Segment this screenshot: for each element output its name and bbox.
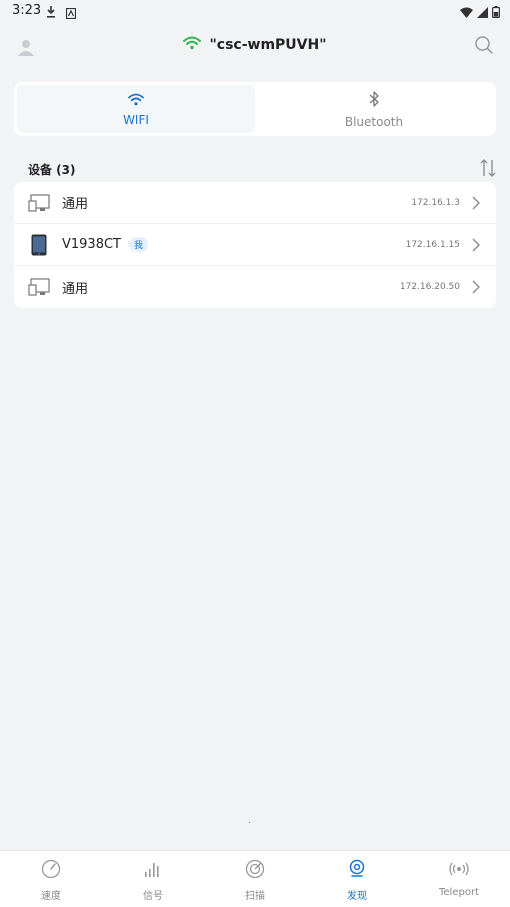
app-header: "csc-wmPUVH" bbox=[0, 30, 510, 60]
nav-scan[interactable]: 扫描 bbox=[204, 851, 306, 907]
nav-teleport[interactable]: Teleport bbox=[408, 851, 510, 907]
device-row[interactable]: V1938CT 我 172.16.1.15 bbox=[14, 224, 496, 266]
tab-bluetooth[interactable]: Bluetooth bbox=[255, 85, 493, 133]
generic-device-icon bbox=[28, 193, 50, 213]
notification-icon bbox=[65, 4, 77, 23]
device-row[interactable]: 通用 172.16.20.50 bbox=[14, 266, 496, 308]
wifi-icon bbox=[128, 91, 144, 110]
device-list: 通用 172.16.1.3 V1938CT 我 172.16.1.15 通用 1… bbox=[14, 182, 496, 308]
status-bar: 3:23 bbox=[0, 0, 510, 22]
tab-wifi-label: WIFI bbox=[123, 113, 149, 127]
nav-speed-label: 速度 bbox=[41, 891, 61, 902]
wifi-status-icon bbox=[460, 3, 473, 22]
network-ssid[interactable]: "csc-wmPUVH" bbox=[209, 37, 326, 53]
signal-bars-icon bbox=[143, 859, 163, 883]
tab-bluetooth-label: Bluetooth bbox=[344, 114, 404, 129]
device-name: 通用 bbox=[62, 197, 89, 212]
chevron-right-icon bbox=[472, 195, 480, 214]
sort-icon[interactable] bbox=[480, 158, 496, 182]
status-time: 3:23 bbox=[12, 3, 42, 18]
generic-device-icon bbox=[28, 277, 50, 297]
connection-type-tabs: WIFI Bluetooth bbox=[14, 82, 496, 136]
bottom-navigation: 速度 信号 扫描 发现 Teleport bbox=[0, 850, 510, 907]
nav-signal[interactable]: 信号 bbox=[102, 851, 204, 907]
cellular-signal-icon bbox=[477, 3, 488, 22]
current-device-badge: 我 bbox=[129, 237, 149, 252]
divider-dot bbox=[249, 822, 250, 823]
tablet-device-icon bbox=[28, 234, 50, 255]
device-name: V1938CT bbox=[62, 237, 121, 252]
teleport-icon bbox=[449, 859, 469, 883]
nav-signal-label: 信号 bbox=[143, 891, 163, 902]
device-row[interactable]: 通用 172.16.1.3 bbox=[14, 182, 496, 224]
battery-icon bbox=[492, 3, 501, 22]
bluetooth-icon bbox=[368, 90, 380, 112]
device-name: 通用 bbox=[62, 281, 89, 297]
device-ip: 172.16.1.3 bbox=[411, 197, 460, 208]
tab-wifi[interactable]: WIFI bbox=[17, 85, 255, 133]
device-ip: 172.16.1.15 bbox=[405, 239, 460, 250]
wifi-connected-icon bbox=[183, 35, 202, 54]
scan-radar-icon bbox=[245, 859, 265, 883]
search-icon[interactable] bbox=[474, 35, 494, 55]
discover-icon bbox=[347, 859, 367, 883]
nav-teleport-label: Teleport bbox=[439, 887, 479, 898]
devices-header: 设备 (3) bbox=[28, 158, 496, 180]
nav-discover[interactable]: 发现 bbox=[306, 851, 408, 907]
speedometer-icon bbox=[41, 859, 61, 883]
nav-scan-label: 扫描 bbox=[245, 891, 265, 902]
nav-discover-label: 发现 bbox=[347, 891, 367, 902]
nav-speed[interactable]: 速度 bbox=[0, 851, 102, 907]
download-icon bbox=[46, 3, 56, 22]
device-ip: 172.16.20.50 bbox=[399, 282, 460, 292]
chevron-right-icon bbox=[472, 237, 480, 256]
chevron-right-icon bbox=[472, 279, 480, 298]
devices-title: 设备 (3) bbox=[28, 163, 76, 177]
